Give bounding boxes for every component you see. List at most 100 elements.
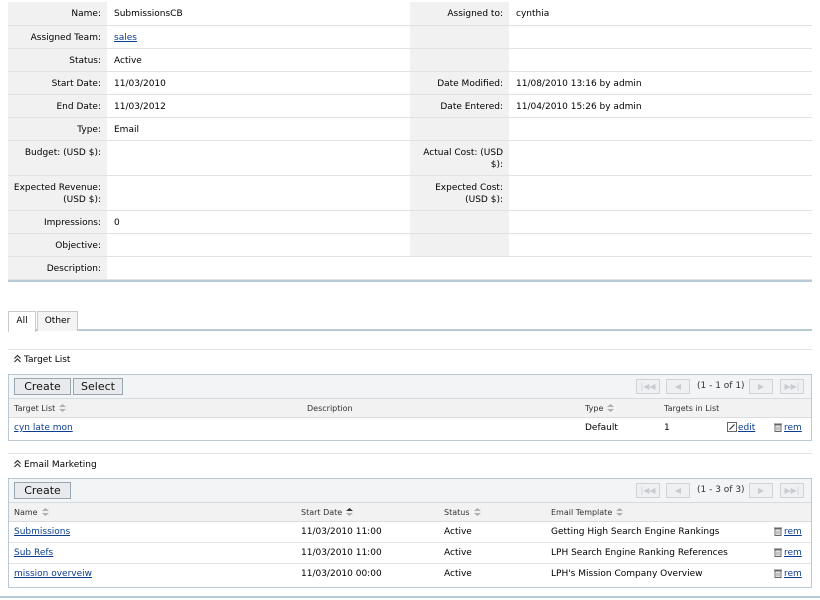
field-label: Start Date: [8,71,107,95]
first-page-icon[interactable]: |◀◀ [636,379,660,394]
status-cell: Active [444,527,472,537]
footer-divider [0,596,820,598]
field-label: Assigned Team: [8,25,107,49]
double-chevron-up-icon[interactable] [13,354,22,363]
email-marketing-toolbar: Create |◀◀ ◀ (1 - 3 of 3) ▶ ▶▶| [9,479,811,503]
target-list-panel: Create Select |◀◀ ◀ (1 - 1 of 1) ▶ ▶▶| T… [8,374,812,441]
column-header-description: Description [307,404,353,413]
detail-row-budget: Budget: (USD $): Actual Cost: (USD $): [8,140,812,176]
pencil-icon[interactable] [727,422,737,432]
type-value: Email [107,117,410,141]
impressions-value: 0 [107,210,410,234]
sort-arrows-icon[interactable] [473,507,482,517]
next-page-icon[interactable]: ▶ [749,379,773,394]
actual-cost-value [509,140,812,176]
field-label: Description: [8,256,107,280]
target-list-create-button[interactable]: Create [14,378,71,395]
remove-action[interactable]: rem [773,522,802,543]
remove-link[interactable]: rem [784,548,802,558]
budget-value [107,140,410,176]
trash-icon[interactable] [773,547,783,557]
email-marketing-name-link[interactable]: Submissions [14,527,70,537]
trash-icon[interactable] [773,422,783,432]
column-header-label: Status [444,508,470,517]
edit-action[interactable]: edit [727,418,755,439]
remove-link[interactable]: rem [784,527,802,537]
email-marketing-create-button[interactable]: Create [14,482,71,499]
field-label: Status: [8,48,107,72]
column-header-email-template[interactable]: Email Template [551,503,624,522]
field-label: Date Entered: [410,94,509,118]
table-row: mission overveiw 11/03/2010 00:00 Active… [9,564,811,585]
column-header-label: Name [14,508,38,517]
tab-other[interactable]: Other [37,311,78,331]
field-label [410,25,509,49]
detail-row-start-date: Start Date: 11/03/2010 Date Modified: 11… [8,71,812,95]
last-page-icon[interactable]: ▶▶| [780,483,804,498]
next-page-icon[interactable]: ▶ [749,483,773,498]
sort-arrows-icon[interactable] [41,507,50,517]
name-value: SubmissionsCB [107,2,410,26]
target-list-toolbar: Create Select |◀◀ ◀ (1 - 1 of 1) ▶ ▶▶| [9,375,811,399]
start-date-cell: 11/03/2010 00:00 [301,569,382,579]
edit-link[interactable]: edit [738,423,755,433]
sort-arrows-icon[interactable] [606,403,615,413]
column-header-type[interactable]: Type [585,399,615,418]
email-marketing-header[interactable]: Email Marketing [13,459,97,471]
remove-action[interactable]: rem [773,418,802,439]
double-chevron-up-icon[interactable] [13,459,22,468]
field-label [410,117,509,141]
sort-arrows-icon[interactable] [615,507,624,517]
expected-revenue-value [107,175,410,211]
column-header-status[interactable]: Status [444,503,482,522]
field-label: Budget: (USD $): [8,140,107,176]
date-entered-value: 11/04/2010 15:26 by admin [509,94,812,118]
target-list-header[interactable]: Target List [13,354,70,366]
remove-link[interactable]: rem [784,423,802,433]
subpanel-tabs: All Other [8,311,812,332]
column-header-label: Email Template [551,508,613,517]
column-header-name[interactable]: Name [14,503,50,522]
field-value [509,233,812,257]
section-divider [8,453,812,454]
end-date-value: 11/03/2012 [107,94,410,118]
field-label: Name: [8,2,107,26]
email-marketing-panel: Create |◀◀ ◀ (1 - 3 of 3) ▶ ▶▶| Name Sta… [8,478,812,588]
target-list-column-headers: Target List Description Type Targets in … [9,399,811,418]
previous-page-icon[interactable]: ◀ [666,379,690,394]
remove-action[interactable]: rem [773,564,802,585]
assigned-team-link[interactable]: sales [114,33,137,43]
email-marketing-name-link[interactable]: Sub Refs [14,548,53,558]
column-header-target-list[interactable]: Target List [14,399,67,418]
email-marketing-name-link[interactable]: mission overveiw [14,569,92,579]
start-date-cell: 11/03/2010 11:00 [301,548,382,558]
field-label: End Date: [8,94,107,118]
target-list-select-button[interactable]: Select [73,378,123,395]
sort-arrows-icon[interactable] [58,403,67,413]
first-page-icon[interactable]: |◀◀ [636,483,660,498]
column-header-label: Start Date [301,508,343,517]
field-label: Date Modified: [410,71,509,95]
tab-all[interactable]: All [8,311,36,332]
field-label [410,48,509,72]
table-row: cyn late mon Default 1 edit rem [9,418,811,439]
target-list-title: Target List [24,355,71,365]
trash-icon[interactable] [773,526,783,536]
pagination-text: (1 - 3 of 3) [697,485,745,495]
field-label: Actual Cost: (USD $): [410,140,509,176]
field-label: Expected Cost: (USD $): [410,175,509,211]
column-header-start-date[interactable]: Start Date [301,503,354,522]
field-label: Type: [8,117,107,141]
remove-action[interactable]: rem [773,543,802,564]
target-list-name-link[interactable]: cyn late mon [14,423,73,433]
field-label: Objective: [8,233,107,257]
last-page-icon[interactable]: ▶▶| [780,379,804,394]
previous-page-icon[interactable]: ◀ [666,483,690,498]
remove-link[interactable]: rem [784,569,802,579]
column-header-label: Type [585,404,604,413]
detail-row-expected-revenue: Expected Revenue: (USD $): Expected Cost… [8,175,812,211]
email-template-cell: Getting High Search Engine Rankings [551,527,720,537]
sort-ascending-icon[interactable] [345,507,354,517]
detail-row-type: Type: Email [8,117,812,141]
trash-icon[interactable] [773,568,783,578]
